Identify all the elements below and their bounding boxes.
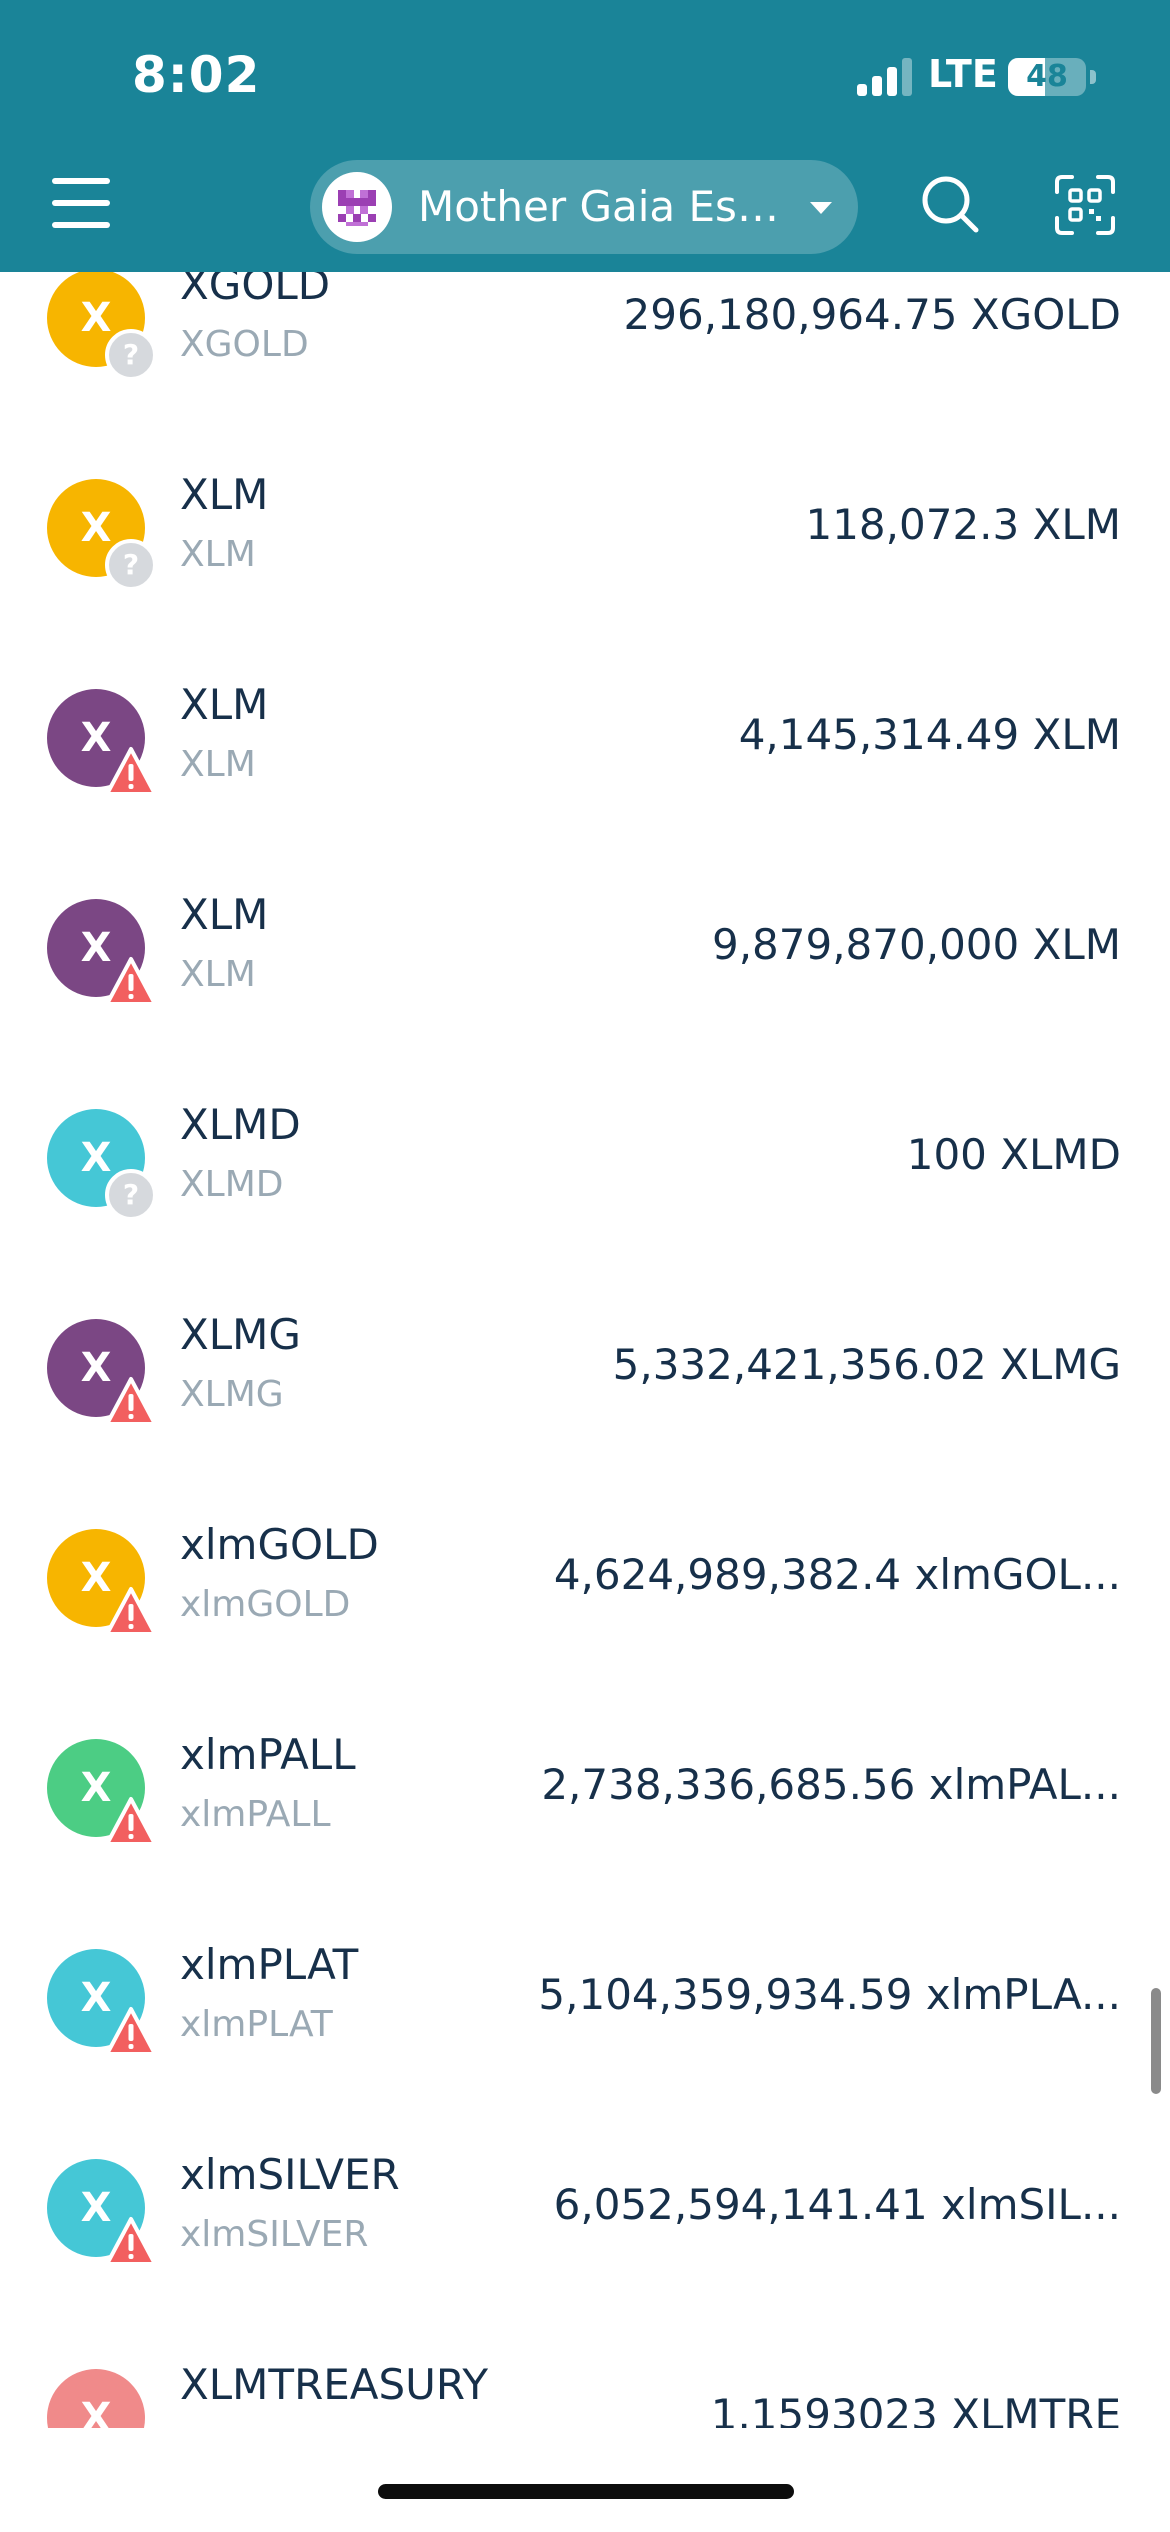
asset-name: xlmSILVER [180,2150,400,2199]
battery-icon: 48 [1008,58,1096,96]
svg-text:?: ? [123,1178,139,1211]
battery-percent: 48 [1026,59,1068,94]
asset-code: XLM [180,534,256,575]
warning-icon [105,2217,157,2266]
battery-body: 48 [1008,58,1086,96]
asset-code: XLMG [180,1374,284,1415]
asset-row[interactable]: X XLMTREASURY 1.1593023 XLMTRE [0,2316,1170,2428]
app-screen: 8:02 LTE 48 Mother Gaia Es… X ? XGOLD XG… [0,0,1170,2532]
asset-balance: 4,624,989,382.4 xlmGOL... [553,1550,1121,1599]
hamburger-menu-icon [52,178,110,184]
hamburger-menu-icon [52,200,110,206]
asset-row[interactable]: X? XLM XLM 118,072.3 XLM [0,426,1170,636]
asset-row[interactable]: X XLM XLM 4,145,314.49 XLM [0,636,1170,846]
asset-row[interactable]: XxlmPALL xlmPALL 2,738,336,685.56 xlmPAL..… [0,1686,1170,1896]
qr-scan-icon[interactable] [1054,174,1116,236]
scrollbar[interactable] [1151,1988,1161,2094]
asset-code: xlmSILVER [180,2214,369,2255]
asset-code: XLM [180,954,256,995]
battery-tip [1090,70,1096,84]
asset-name: XLMG [180,1310,301,1359]
asset-balance: 100 XLMD [906,1130,1121,1179]
identicon-icon [334,186,380,228]
asset-balance: 296,180,964.75 XGOLD [623,290,1121,339]
warning-icon [105,747,157,796]
asset-balance: 9,879,870,000 XLM [711,920,1121,969]
asset-code: xlmPLAT [180,2004,333,2045]
unknown-asset-icon: ? [105,1169,157,1221]
asset-name: xlmPLAT [180,1940,359,1989]
asset-balance: 5,104,359,934.59 xlmPLA... [538,1970,1121,2019]
home-indicator[interactable] [378,2484,794,2499]
network-type: LTE [928,52,998,96]
asset-name: XLM [180,470,269,519]
asset-row[interactable]: X XLMG XLMG 5,332,421,356.02 XLMG [0,1266,1170,1476]
asset-code: XLMD [180,1164,284,1205]
asset-row[interactable]: XxlmPLAT xlmPLAT 5,104,359,934.59 xlmPLA..… [0,1896,1170,2106]
asset-row[interactable]: X? XGOLD XGOLD 296,180,964.75 XGOLD [0,272,1170,426]
asset-balance: 118,072.3 XLM [805,500,1121,549]
warning-icon [105,2007,157,2056]
header-bar: 8:02 LTE 48 Mother Gaia Es… [0,0,1170,272]
menu-button[interactable] [52,178,110,228]
account-avatar [322,172,392,242]
warning-icon [105,957,157,1006]
asset-icon-letter: X [80,2395,112,2428]
hamburger-menu-icon [52,222,110,228]
asset-name: XLMD [180,1100,301,1149]
asset-balance: 2,738,336,685.56 xlmPAL... [541,1760,1121,1809]
asset-row[interactable]: XxlmGOLD xlmGOLD 4,624,989,382.4 xlmGOL... [0,1476,1170,1686]
asset-name: xlmGOLD [180,1520,379,1569]
chevron-down-icon [810,202,832,214]
asset-balance: 4,145,314.49 XLM [738,710,1121,759]
account-name: Mother Gaia Es… [418,182,779,231]
asset-row[interactable]: X? XLMD XLMD 100 XLMD [0,1056,1170,1266]
account-selector[interactable]: Mother Gaia Es… [310,160,858,254]
asset-name: XGOLD [180,272,331,309]
asset-row[interactable]: XxlmSILVER xlmSILVER 6,052,594,141.41 xlmS… [0,2106,1170,2316]
asset-icon: X [47,2369,145,2428]
status-time: 8:02 [132,46,261,104]
asset-balance: 6,052,594,141.41 xlmSIL... [553,2180,1121,2229]
search-icon[interactable] [918,172,982,236]
signal-strength-icon [857,58,912,96]
asset-code: XLM [180,744,256,785]
asset-code: XGOLD [180,324,309,365]
asset-name: XLMTREASURY [180,2360,489,2409]
svg-text:?: ? [123,338,139,371]
unknown-asset-icon: ? [105,539,157,591]
warning-icon [105,1587,157,1636]
asset-code: xlmGOLD [180,1584,351,1625]
asset-row[interactable]: X XLM XLM 9,879,870,000 XLM [0,846,1170,1056]
asset-list[interactable]: X? XGOLD XGOLD 296,180,964.75 XGOLD X? XLM XLM… [0,272,1170,2428]
warning-icon [105,1377,157,1426]
warning-icon [105,1797,157,1846]
svg-text:?: ? [123,548,139,581]
asset-name: XLM [180,890,269,939]
asset-name: xlmPALL [180,1730,356,1779]
asset-balance: 1.1593023 XLMTRE [710,2390,1121,2428]
asset-code: xlmPALL [180,1794,331,1835]
asset-balance: 5,332,421,356.02 XLMG [612,1340,1121,1389]
unknown-asset-icon: ? [105,329,157,381]
asset-name: XLM [180,680,269,729]
